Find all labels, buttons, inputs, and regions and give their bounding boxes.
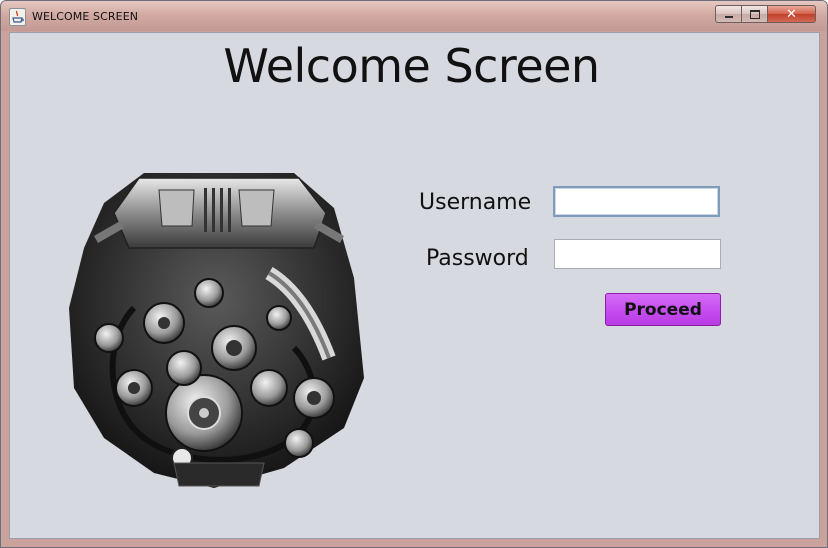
- java-app-icon[interactable]: [9, 8, 26, 26]
- app-window: WELCOME SCREEN ✕ Welcome Screen Username…: [0, 0, 828, 548]
- maximize-button[interactable]: [742, 5, 768, 23]
- username-label: Username: [419, 190, 532, 215]
- maximize-icon: [742, 6, 767, 22]
- proceed-button[interactable]: Proceed: [605, 293, 721, 326]
- close-button[interactable]: ✕: [768, 5, 816, 23]
- title-bar[interactable]: WELCOME SCREEN ✕: [1, 1, 827, 31]
- password-label: Password: [426, 246, 529, 271]
- username-input[interactable]: [553, 186, 720, 217]
- password-input[interactable]: [554, 239, 721, 269]
- close-icon: ✕: [786, 6, 797, 22]
- minimize-button[interactable]: [715, 5, 742, 23]
- page-title: Welcome Screen: [223, 39, 600, 93]
- content-panel: Welcome Screen Username Password Proceed: [9, 32, 820, 539]
- car-engine-image: [69, 173, 364, 488]
- minimize-icon: [716, 6, 741, 22]
- window-title: WELCOME SCREEN: [32, 10, 139, 23]
